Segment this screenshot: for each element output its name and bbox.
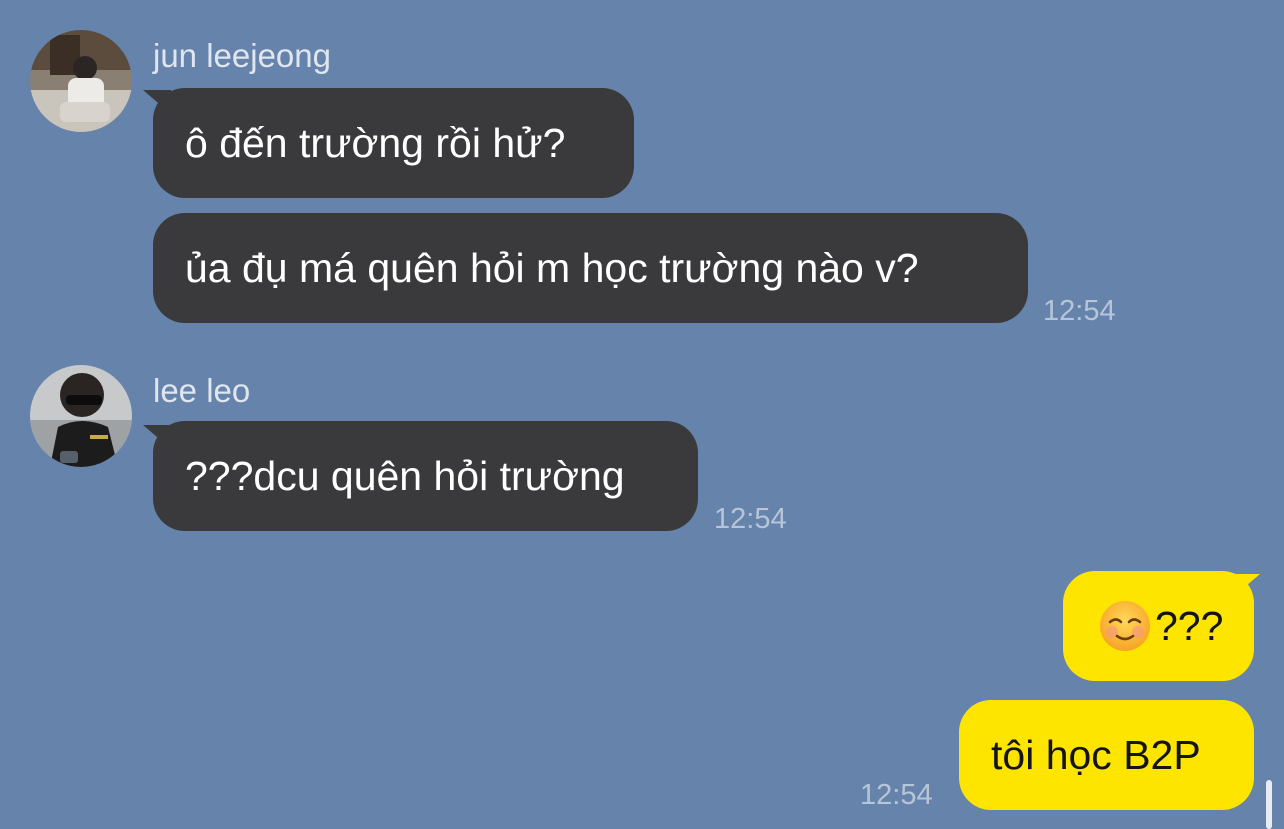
message-text: ??? bbox=[1155, 602, 1224, 649]
message-bubble[interactable]: tôi học B2P bbox=[959, 700, 1254, 810]
smiling-face-icon bbox=[1099, 600, 1151, 652]
message-text: ủa đụ má quên hỏi m học trường nào v? bbox=[185, 244, 919, 291]
message-text: tôi học B2P bbox=[991, 731, 1201, 778]
message-bubble[interactable]: ủa đụ má quên hỏi m học trường nào v? bbox=[153, 213, 1028, 323]
avatar-lee-leo[interactable] bbox=[30, 365, 132, 467]
message-text: ???dcu quên hỏi trường bbox=[185, 452, 625, 499]
chat-area: jun leejeong ô đến trường rồi hử? ủa đụ … bbox=[0, 0, 1284, 829]
message-timestamp: 12:54 bbox=[714, 503, 787, 535]
profile-photo-icon bbox=[30, 30, 132, 132]
profile-photo-icon bbox=[30, 365, 132, 467]
scrollbar[interactable] bbox=[1266, 780, 1272, 829]
avatar-jun-leejeong[interactable] bbox=[30, 30, 132, 132]
message-bubble[interactable]: ???dcu quên hỏi trường bbox=[153, 421, 698, 531]
message-bubble[interactable]: ô đến trường rồi hử? bbox=[153, 88, 634, 198]
message-bubble[interactable]: ??? bbox=[1063, 571, 1254, 681]
message-text: ô đến trường rồi hử? bbox=[185, 119, 566, 166]
message-timestamp: 12:54 bbox=[860, 779, 933, 811]
sender-name: lee leo bbox=[153, 372, 251, 409]
sender-name: jun leejeong bbox=[153, 37, 331, 74]
message-timestamp: 12:54 bbox=[1043, 295, 1116, 327]
